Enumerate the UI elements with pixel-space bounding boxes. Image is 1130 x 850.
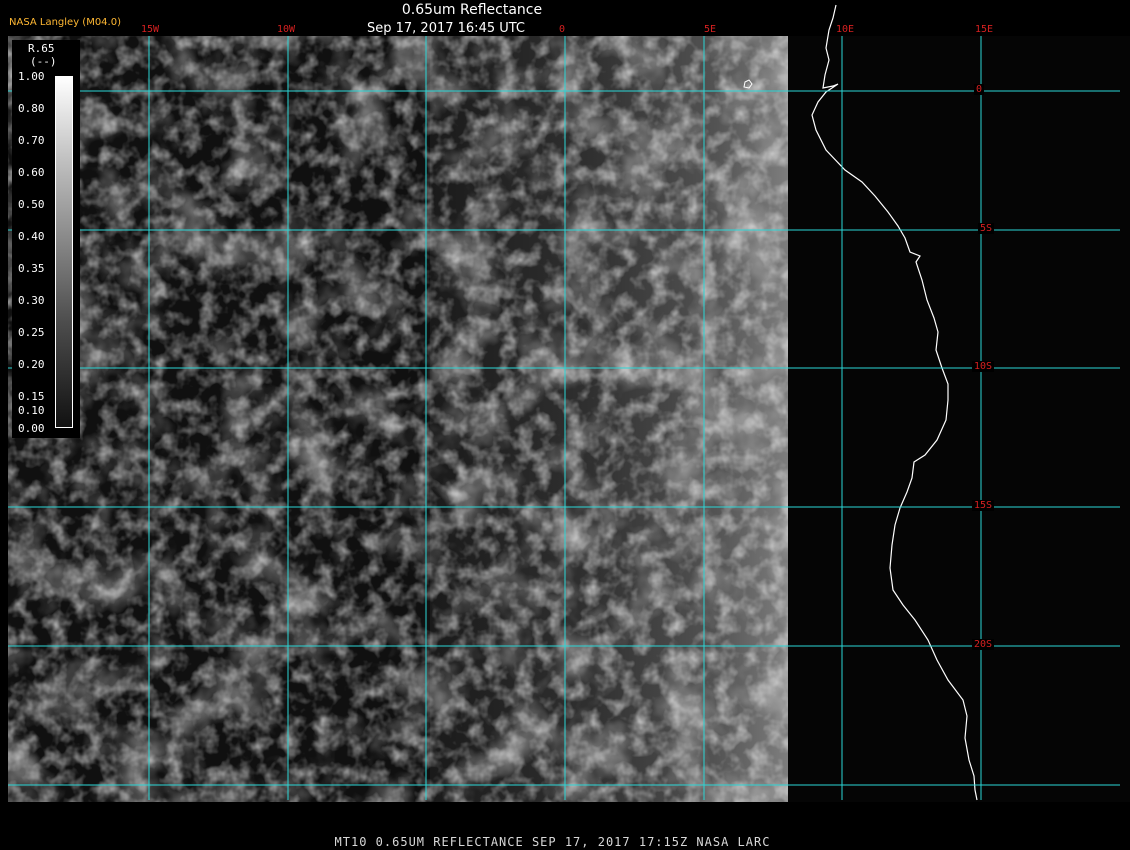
legend-tick: 1.00 [18, 70, 45, 83]
legend-tick: 0.35 [18, 262, 45, 275]
lon-label-10w: 10W [277, 24, 296, 35]
legend-tick: 0.80 [18, 102, 45, 115]
legend-title: R.65 [28, 42, 55, 55]
image-timestamp: Sep 17, 2017 16:45 UTC [366, 21, 526, 36]
legend-tick: 0.50 [18, 198, 45, 211]
legend-color-bar [55, 76, 73, 428]
legend-tick: 0.25 [18, 326, 45, 339]
legend-tick: 0.00 [18, 422, 45, 435]
lon-label-15w: 15W [141, 24, 160, 35]
lat-label-15s: 15S [972, 500, 995, 511]
legend-tick: 0.40 [18, 230, 45, 243]
lat-label-0: 0 [974, 84, 985, 95]
lat-label-5s: 5S [978, 223, 995, 234]
legend-tick: 0.60 [18, 166, 45, 179]
color-legend: R.65 (--) 1.00 0.80 0.70 0.60 0.50 0.40 … [12, 40, 80, 438]
image-title: 0.65um Reflectance [401, 2, 543, 18]
map-overlay [8, 4, 1130, 802]
legend-tick: 0.20 [18, 358, 45, 371]
space-background [788, 36, 1130, 802]
footer-caption: MT10 0.65UM REFLECTANCE SEP 17, 2017 17:… [334, 835, 771, 849]
lon-label-15e: 15E [975, 24, 994, 35]
legend-tick: 0.30 [18, 294, 45, 307]
legend-tick: 0.70 [18, 134, 45, 147]
lon-label-5e: 5E [704, 24, 717, 35]
lat-label-10s: 10S [972, 361, 995, 372]
legend-units: (--) [30, 55, 57, 68]
lon-label-0: 0 [559, 24, 566, 35]
legend-tick: 0.15 [18, 390, 45, 403]
legend-tick: 0.10 [18, 404, 45, 417]
lat-label-20s: 20S [972, 639, 995, 650]
lon-label-10e: 10E [836, 24, 855, 35]
cloud-texture-coarse [8, 36, 788, 802]
